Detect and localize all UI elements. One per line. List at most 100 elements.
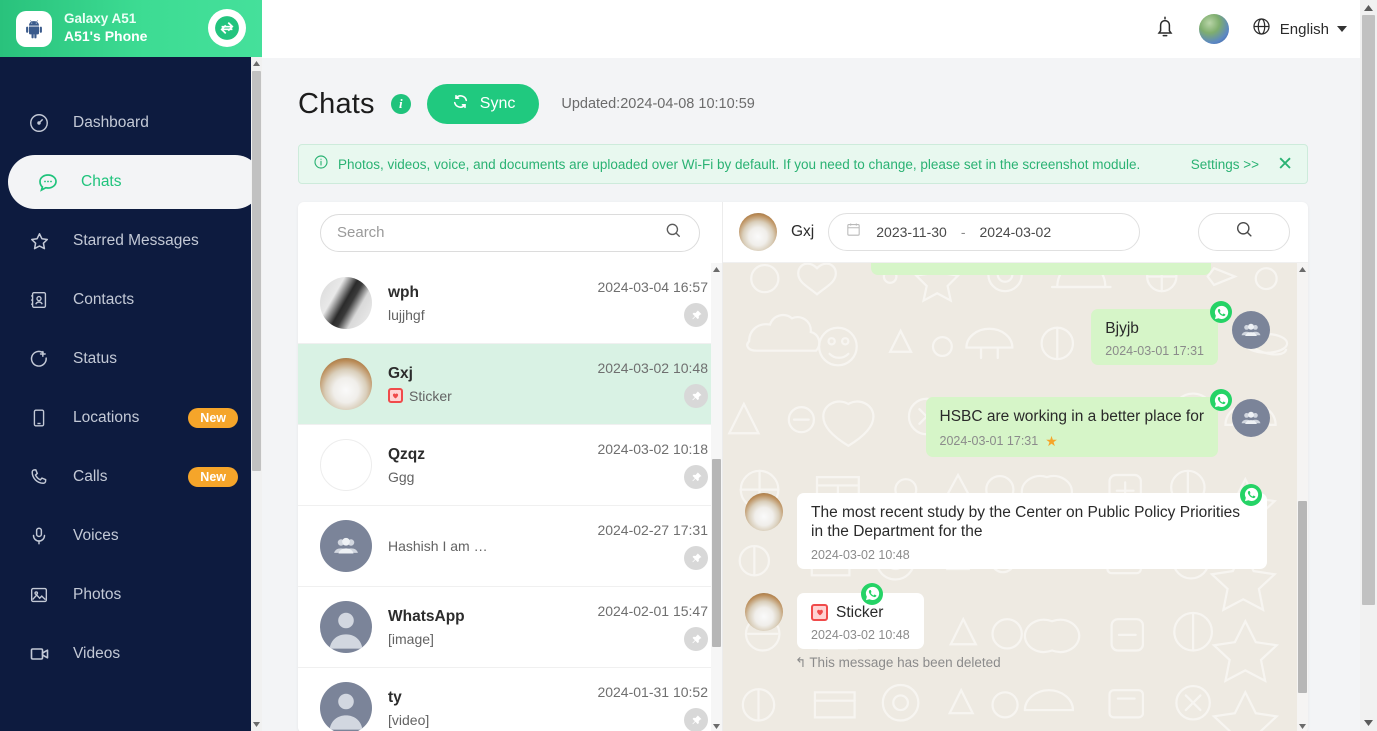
info-icon[interactable]: i	[390, 94, 411, 114]
message-bubble-sticker[interactable]: Sticker 2024-03-02 10:48	[797, 592, 924, 649]
scroll-down-icon[interactable]	[251, 718, 262, 731]
scrollbar-thumb[interactable]	[1362, 15, 1375, 605]
sidebar-item-videos[interactable]: Videos	[0, 627, 262, 681]
sidebar-item-status[interactable]: Status	[0, 332, 262, 386]
scroll-up-icon[interactable]	[1360, 0, 1377, 16]
conversation-header: Gxj 2023-11-30 - 2024-03-02	[723, 202, 1308, 263]
chat-item-preview: [image]	[388, 631, 597, 647]
chat-list-scrollbar[interactable]	[711, 263, 722, 731]
pin-icon[interactable]	[684, 708, 708, 731]
scroll-up-icon[interactable]	[711, 263, 722, 276]
message-text: Sticker	[811, 603, 910, 622]
chat-item-time: 2024-02-01 15:47	[597, 603, 708, 619]
sidebar-item-label: Status	[73, 350, 117, 367]
chat-item-time: 2024-02-27 17:31	[597, 522, 708, 538]
date-range-picker[interactable]: 2023-11-30 - 2024-03-02	[828, 213, 1141, 251]
pin-icon[interactable]	[684, 546, 708, 570]
chats-panels: wph lujjhgf 2024-03-04 16:57 Gxj	[298, 202, 1308, 731]
chat-list-item[interactable]: Gxj Sticker 2024-03-02 10:48	[298, 344, 722, 425]
chat-list-item[interactable]: ty [video] 2024-01-31 10:52	[298, 668, 722, 731]
chat-item-info: Qzqz Ggg	[388, 446, 597, 485]
chat-list-item[interactable]: WhatsApp [image] 2024-02-01 15:47	[298, 587, 722, 668]
chat-item-name: wph	[388, 283, 419, 301]
sync-button[interactable]: Sync	[426, 84, 540, 124]
message-bubble[interactable]: HSBC are working in a better place for 2…	[925, 397, 1218, 457]
sidebar-item-starred-messages[interactable]: Starred Messages	[0, 214, 262, 268]
sidebar-item-label: Voices	[73, 527, 119, 544]
sidebar-item-chats[interactable]: Chats	[8, 155, 262, 209]
dog-avatar	[745, 492, 783, 531]
preview-text: [image]	[388, 630, 434, 647]
person-avatar	[320, 682, 372, 731]
sidebar-nav: Dashboard Chats Starred Messages Contact…	[0, 57, 262, 681]
sidebar-item-dashboard[interactable]: Dashboard	[0, 96, 262, 150]
chat-item-info: WhatsApp [image]	[388, 608, 597, 647]
banner-settings-link[interactable]: Settings >>	[1191, 157, 1259, 172]
info-banner: Photos, videos, voice, and documents are…	[298, 144, 1308, 184]
pin-icon[interactable]	[684, 384, 708, 408]
conversation-pane: Gxj 2023-11-30 - 2024-03-02 Bjyjb 2024-0…	[723, 202, 1308, 731]
conversation-contact-name: Gxj	[791, 223, 815, 240]
device-header: Galaxy A51 A51's Phone	[0, 0, 262, 57]
pin-icon[interactable]	[684, 303, 708, 327]
group-avatar	[1232, 311, 1270, 349]
sidebar-item-calls[interactable]: Calls New	[0, 450, 262, 504]
sticker-icon	[388, 388, 403, 403]
page-scrollbar[interactable]	[1360, 0, 1377, 731]
undo-arrow-icon: ↰	[795, 654, 807, 670]
chat-list-item[interactable]: Qzqz Ggg 2024-03-02 10:18	[298, 425, 722, 506]
message-bubble[interactable]: Bjyjb 2024-03-01 17:31	[1091, 309, 1218, 366]
chat-list-item[interactable]: wph lujjhgf 2024-03-04 16:57	[298, 263, 722, 344]
sidebar-scrollbar[interactable]	[251, 57, 262, 731]
scrollbar-thumb[interactable]	[252, 71, 261, 471]
scroll-down-icon[interactable]	[1360, 715, 1377, 731]
message-time: 2024-03-01 17:31	[939, 434, 1039, 449]
message-bubble-partial	[871, 263, 1211, 275]
sidebar-item-voices[interactable]: Voices	[0, 509, 262, 563]
search-icon[interactable]	[664, 221, 683, 245]
search-input[interactable]	[337, 224, 664, 241]
scrollbar-thumb[interactable]	[1298, 501, 1307, 693]
chat-item-preview: lujjhgf	[388, 307, 597, 323]
conversation-search-button[interactable]	[1198, 213, 1290, 251]
sidebar-item-contacts[interactable]: Contacts	[0, 273, 262, 327]
chat-list-item[interactable]: Hashish I am … 2024-02-27 17:31	[298, 506, 722, 587]
scroll-up-icon[interactable]	[1297, 263, 1308, 276]
close-icon[interactable]: ✕	[1277, 155, 1293, 174]
conversation-scrollbar[interactable]	[1297, 263, 1308, 731]
scrollbar-thumb[interactable]	[712, 459, 721, 647]
whatsapp-icon	[1210, 301, 1232, 323]
language-selector[interactable]: English	[1251, 16, 1347, 42]
sidebar-item-label: Photos	[73, 586, 122, 603]
message-row-outgoing: Bjyjb 2024-03-01 17:31	[733, 301, 1278, 366]
scroll-down-icon[interactable]	[711, 720, 722, 731]
switch-device-icon[interactable]	[208, 9, 246, 47]
date-separator: -	[960, 224, 966, 240]
chat-item-time: 2024-01-31 10:52	[597, 684, 708, 700]
chat-item-name: ty	[388, 688, 402, 706]
dog-avatar	[745, 592, 783, 631]
scroll-down-icon[interactable]	[1297, 720, 1308, 731]
phone-location-icon	[28, 407, 58, 429]
android-icon	[16, 10, 52, 47]
avatar[interactable]	[1198, 14, 1229, 44]
pin-icon[interactable]	[684, 627, 708, 651]
message-text: Bjyjb	[1105, 320, 1139, 337]
status-badge: New	[188, 467, 238, 487]
message-bubble[interactable]: The most recent study by the Center on P…	[797, 492, 1267, 569]
preview-text: Ggg	[388, 468, 415, 485]
sidebar-item-locations[interactable]: Locations New	[0, 391, 262, 445]
scroll-up-icon[interactable]	[251, 57, 262, 70]
deleted-message-note: ↰ This message has been deleted	[733, 655, 1278, 671]
messages-area: Bjyjb 2024-03-01 17:31 HSBC are working …	[723, 263, 1308, 731]
pin-icon[interactable]	[684, 465, 708, 489]
search-box[interactable]	[320, 213, 700, 252]
chat-item-meta: 2024-02-01 15:47	[597, 603, 708, 651]
preview-text: Hashish I am …	[388, 538, 488, 554]
message-text: The most recent study by the Center on P…	[811, 503, 1241, 541]
calendar-icon	[845, 221, 862, 243]
globe-icon	[1251, 16, 1272, 42]
sidebar-item-label: Videos	[73, 645, 121, 662]
sidebar-item-photos[interactable]: Photos	[0, 568, 262, 622]
notification-bell-icon[interactable]	[1153, 14, 1177, 45]
